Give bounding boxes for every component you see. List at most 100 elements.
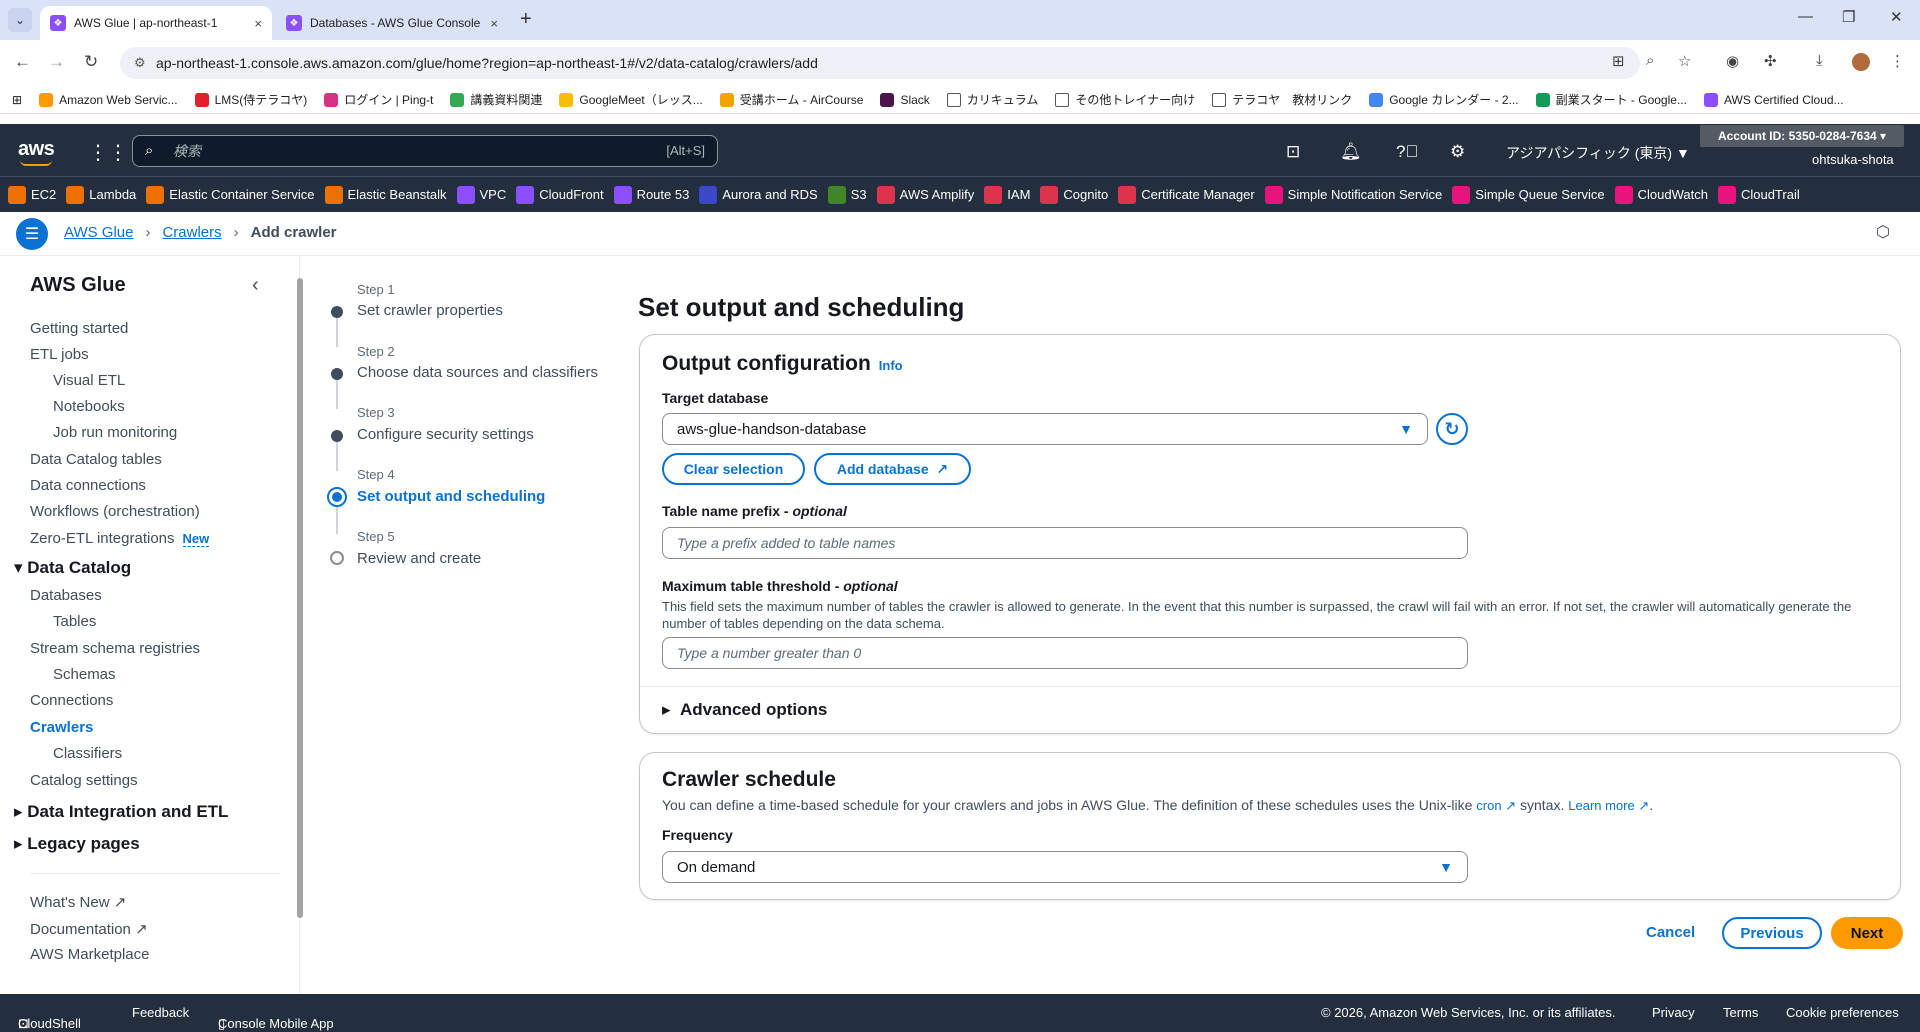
new-tab-button[interactable]: + <box>520 8 532 31</box>
nav-job-run-monitoring[interactable]: Job run monitoring <box>53 424 177 441</box>
restore-icon[interactable]: ❐ <box>1842 8 1855 26</box>
nav-data-catalog-tables[interactable]: Data Catalog tables <box>30 451 162 468</box>
browser-menu-icon[interactable]: ⋮ <box>1890 52 1905 70</box>
aws-logo[interactable]: aws <box>18 138 55 161</box>
close-tab-icon[interactable]: × <box>254 16 262 31</box>
forward-icon[interactable]: → <box>48 52 65 72</box>
download-icon[interactable]: ⤓ <box>1816 52 1823 69</box>
service-favorite-item[interactable]: IAM <box>984 185 1030 204</box>
nav-section-data-catalog[interactable]: ▾ Data Catalog <box>14 558 131 578</box>
screenshot-icon[interactable]: ◉ <box>1726 52 1739 70</box>
max-table-threshold-input[interactable]: Type a number greater than 0 <box>662 637 1468 669</box>
translate-icon[interactable]: ⊞ <box>1612 52 1625 70</box>
terms-link[interactable]: Terms <box>1723 1005 1758 1020</box>
service-favorite-item[interactable]: EC2 <box>8 185 56 204</box>
site-info-icon[interactable]: ⚙ <box>134 55 146 71</box>
settings-gear-icon[interactable]: ⚙ <box>1450 142 1465 162</box>
nav-documentation[interactable]: Documentation ↗ <box>30 920 148 938</box>
reload-icon[interactable]: ↻ <box>84 52 98 72</box>
account-id-badge[interactable]: Account ID: 5350-0284-7634 ▾ <box>1700 125 1904 147</box>
nav-zero-etl[interactable]: Zero-ETL integrations New <box>30 530 210 547</box>
nav-crawlers[interactable]: Crawlers <box>30 719 93 736</box>
nav-connections[interactable]: Connections <box>30 692 113 709</box>
bookmark-folder[interactable]: カリキュラム <box>946 91 1038 108</box>
bookmark-item[interactable]: GoogleMeet（レッス... <box>559 91 703 108</box>
bookmark-item[interactable]: Google カレンダー - 2... <box>1369 91 1519 108</box>
advanced-options-expander[interactable]: ▸ Advanced options <box>662 700 827 720</box>
add-database-button[interactable]: Add database ↗ <box>814 453 971 485</box>
nav-catalog-settings[interactable]: Catalog settings <box>30 772 138 789</box>
info-link[interactable]: Info <box>879 358 903 373</box>
table-prefix-input[interactable]: Type a prefix added to table names <box>662 527 1468 559</box>
service-favorite-item[interactable]: Simple Queue Service <box>1452 185 1605 204</box>
url-field[interactable]: ⚙ ap-northeast-1.console.aws.amazon.com/… <box>120 47 1640 79</box>
nav-etl-jobs[interactable]: ETL jobs <box>30 346 89 363</box>
service-favorite-item[interactable]: Elastic Container Service <box>146 185 315 204</box>
breadcrumb-crawlers[interactable]: Crawlers <box>162 224 221 241</box>
service-favorite-item[interactable]: AWS Amplify <box>876 185 974 204</box>
minimize-icon[interactable]: — <box>1798 8 1813 25</box>
bookmark-item[interactable]: Amazon Web Servic... <box>39 92 178 107</box>
cancel-button[interactable]: Cancel <box>1646 924 1695 941</box>
help-icon[interactable]: ?⃝ <box>1396 142 1418 162</box>
back-icon[interactable]: ← <box>14 52 31 72</box>
bookmark-item[interactable]: Slack <box>880 92 930 107</box>
nav-tables[interactable]: Tables <box>53 613 96 630</box>
refresh-databases-button[interactable]: ↻ <box>1436 413 1468 445</box>
bookmark-star-icon[interactable]: ☆ <box>1678 52 1691 70</box>
cloudshell-icon[interactable]: ⊡ <box>1286 142 1300 162</box>
page-settings-icon[interactable]: ⬡ <box>1876 222 1890 242</box>
service-favorite-item[interactable]: CloudTrail <box>1717 185 1800 204</box>
service-favorite-item[interactable]: CloudFront <box>516 185 604 204</box>
service-favorite-item[interactable]: Certificate Manager <box>1118 185 1255 204</box>
feedback-link[interactable]: Feedback <box>132 1005 189 1020</box>
nav-workflows[interactable]: Workflows (orchestration) <box>30 503 200 520</box>
service-favorite-item[interactable]: VPC <box>456 185 506 204</box>
bookmark-item[interactable]: 受講ホーム - AirCourse <box>719 91 863 108</box>
cookie-preferences-link[interactable]: Cookie preferences <box>1786 1005 1899 1020</box>
breadcrumb-aws-glue[interactable]: AWS Glue <box>64 224 133 241</box>
bookmark-folder[interactable]: その他トレイナー向け <box>1055 91 1195 108</box>
service-favorite-item[interactable]: Cognito <box>1040 185 1108 204</box>
close-window-icon[interactable]: ✕ <box>1890 8 1903 26</box>
tab-databases[interactable]: ❖ Databases - AWS Glue Console × <box>276 6 508 40</box>
service-favorite-item[interactable]: CloudWatch <box>1614 185 1708 204</box>
previous-button[interactable]: Previous <box>1722 917 1822 949</box>
step-2-link[interactable]: Choose data sources and classifiers <box>357 364 598 381</box>
apps-icon[interactable]: ⊞ <box>12 93 22 107</box>
nav-classifiers[interactable]: Classifiers <box>53 745 122 762</box>
nav-notebooks[interactable]: Notebooks <box>53 398 125 415</box>
nav-stream-schema[interactable]: Stream schema registries <box>30 640 200 657</box>
step-3-link[interactable]: Configure security settings <box>357 426 534 443</box>
user-menu[interactable]: ohtsuka-shota <box>1812 152 1894 167</box>
tab-search-button[interactable]: ⌄ <box>8 8 32 32</box>
region-selector[interactable]: アジアパシフィック (東京) ▼ <box>1506 143 1690 163</box>
tab-aws-glue[interactable]: ❖ AWS Glue | ap-northeast-1 × <box>40 6 272 40</box>
zoom-icon[interactable]: ⌕ <box>1646 52 1654 69</box>
service-favorite-item[interactable]: Route 53 <box>613 185 689 204</box>
nav-getting-started[interactable]: Getting started <box>30 320 128 337</box>
learn-more-link[interactable]: Learn more ↗ <box>1568 798 1649 813</box>
target-database-select[interactable]: aws-glue-handson-database ▼ <box>662 413 1428 445</box>
service-favorite-item[interactable]: Aurora and RDS <box>699 185 818 204</box>
bookmark-item[interactable]: 副業スタート - Google... <box>1535 91 1687 108</box>
service-favorite-item[interactable]: Lambda <box>66 185 136 204</box>
next-button[interactable]: Next <box>1831 917 1903 949</box>
bookmark-folder[interactable]: テラコヤ 教材リンク <box>1212 91 1352 108</box>
close-tab-icon[interactable]: × <box>490 16 498 31</box>
nav-section-legacy[interactable]: ▸ Legacy pages <box>14 834 140 854</box>
nav-whats-new[interactable]: What's New ↗ <box>30 893 126 911</box>
nav-marketplace[interactable]: AWS Marketplace <box>30 946 149 963</box>
clear-selection-button[interactable]: Clear selection <box>662 453 805 485</box>
bookmark-item[interactable]: 講義資料関連 <box>450 91 542 108</box>
collapse-nav-icon[interactable]: ‹ <box>252 274 259 297</box>
nav-schemas[interactable]: Schemas <box>53 666 116 683</box>
service-favorite-item[interactable]: S3 <box>827 185 867 204</box>
nav-section-data-integration[interactable]: ▸ Data Integration and ETL <box>14 802 228 822</box>
nav-databases[interactable]: Databases <box>30 587 102 604</box>
bookmark-item[interactable]: AWS Certified Cloud... <box>1703 92 1844 107</box>
service-favorite-item[interactable]: Simple Notification Service <box>1264 185 1442 204</box>
hamburger-menu-icon[interactable]: ☰ <box>16 218 48 250</box>
notifications-bell-icon[interactable]: 🔔︎ <box>1340 142 1362 162</box>
nav-visual-etl[interactable]: Visual ETL <box>53 372 125 389</box>
